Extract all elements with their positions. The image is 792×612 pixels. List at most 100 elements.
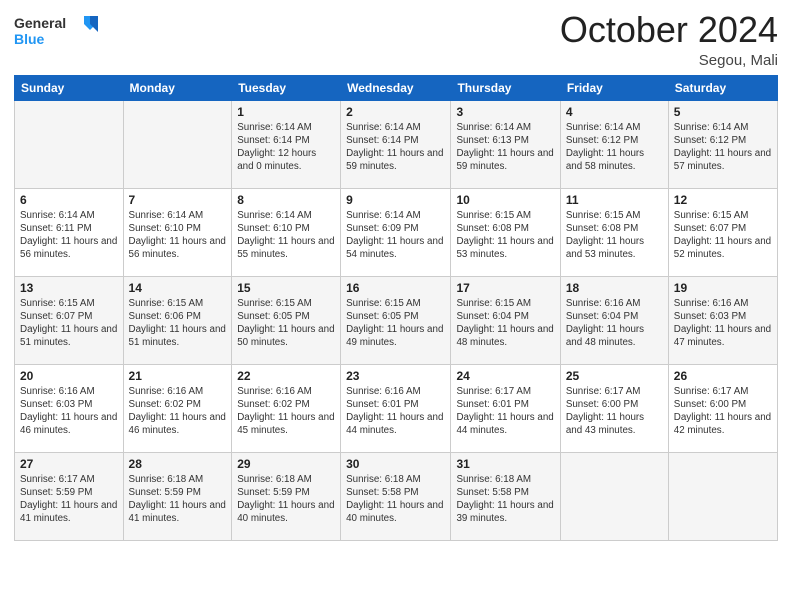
day-info: Sunrise: 6:15 AMSunset: 6:08 PMDaylight:…: [566, 209, 663, 262]
day-number: 17: [456, 281, 554, 295]
day-number: 9: [346, 193, 445, 207]
day-info: Sunrise: 6:15 AMSunset: 6:05 PMDaylight:…: [346, 297, 445, 350]
day-cell: 3 Sunrise: 6:14 AMSunset: 6:13 PMDaylight…: [451, 100, 560, 188]
day-cell: 6 Sunrise: 6:14 AMSunset: 6:11 PMDaylight…: [15, 188, 124, 276]
day-info: Sunrise: 6:16 AMSunset: 6:03 PMDaylight:…: [674, 297, 772, 350]
weekday-header-wednesday: Wednesday: [341, 75, 451, 100]
day-cell: 7 Sunrise: 6:14 AMSunset: 6:10 PMDaylight…: [123, 188, 232, 276]
day-number: 22: [237, 369, 335, 383]
day-info: Sunrise: 6:14 AMSunset: 6:10 PMDaylight:…: [129, 209, 227, 262]
day-number: 30: [346, 457, 445, 471]
week-row-2: 6 Sunrise: 6:14 AMSunset: 6:11 PMDaylight…: [15, 188, 778, 276]
day-number: 14: [129, 281, 227, 295]
day-info: Sunrise: 6:14 AMSunset: 6:09 PMDaylight:…: [346, 209, 445, 262]
day-number: 2: [346, 105, 445, 119]
weekday-header-thursday: Thursday: [451, 75, 560, 100]
week-row-5: 27Sunrise: 6:17 AMSunset: 5:59 PMDayligh…: [15, 452, 778, 540]
day-info: Sunrise: 6:16 AMSunset: 6:02 PMDaylight:…: [129, 385, 227, 438]
day-info: Sunrise: 6:16 AMSunset: 6:03 PMDaylight:…: [20, 385, 118, 438]
day-number: 21: [129, 369, 227, 383]
day-number: 3: [456, 105, 554, 119]
header: General Blue October 2024 Segou, Mali: [14, 10, 778, 69]
header-row: SundayMondayTuesdayWednesdayThursdayFrid…: [15, 75, 778, 100]
day-info: Sunrise: 6:14 AMSunset: 6:12 PMDaylight:…: [674, 121, 772, 174]
day-number: 10: [456, 193, 554, 207]
day-cell: 2Sunrise: 6:14 AMSunset: 6:14 PMDaylight…: [341, 100, 451, 188]
day-number: 6: [20, 193, 118, 207]
day-info: Sunrise: 6:17 AMSunset: 6:00 PMDaylight:…: [674, 385, 772, 438]
day-info: Sunrise: 6:14 AMSunset: 6:11 PMDaylight:…: [20, 209, 118, 262]
week-row-4: 20Sunrise: 6:16 AMSunset: 6:03 PMDayligh…: [15, 364, 778, 452]
day-info: Sunrise: 6:18 AMSunset: 5:59 PMDaylight:…: [237, 473, 335, 526]
day-info: Sunrise: 6:15 AMSunset: 6:04 PMDaylight:…: [456, 297, 554, 350]
day-cell: 30 Sunrise: 6:18 AMSunset: 5:58 PMDayligh…: [341, 452, 451, 540]
day-number: 8: [237, 193, 335, 207]
week-row-1: 1Sunrise: 6:14 AMSunset: 6:14 PMDaylight…: [15, 100, 778, 188]
main-container: General Blue October 2024 Segou, Mali Su…: [0, 0, 792, 551]
day-cell: 23 Sunrise: 6:16 AMSunset: 6:01 PMDayligh…: [341, 364, 451, 452]
day-cell: [668, 452, 777, 540]
logo: General Blue: [14, 10, 104, 59]
day-info: Sunrise: 6:15 AMSunset: 6:08 PMDaylight:…: [456, 209, 554, 262]
day-cell: 14 Sunrise: 6:15 AMSunset: 6:06 PMDayligh…: [123, 276, 232, 364]
day-cell: 24 Sunrise: 6:17 AMSunset: 6:01 PMDayligh…: [451, 364, 560, 452]
day-cell: 18Sunrise: 6:16 AMSunset: 6:04 PMDayligh…: [560, 276, 668, 364]
day-number: 28: [129, 457, 227, 471]
day-cell: 10 Sunrise: 6:15 AMSunset: 6:08 PMDayligh…: [451, 188, 560, 276]
day-info: Sunrise: 6:17 AMSunset: 6:01 PMDaylight:…: [456, 385, 554, 438]
day-number: 5: [674, 105, 772, 119]
day-cell: 22 Sunrise: 6:16 AMSunset: 6:02 PMDayligh…: [232, 364, 341, 452]
day-info: Sunrise: 6:15 AMSunset: 6:05 PMDaylight:…: [237, 297, 335, 350]
day-number: 4: [566, 105, 663, 119]
day-info: Sunrise: 6:15 AMSunset: 6:06 PMDaylight:…: [129, 297, 227, 350]
day-cell: 27Sunrise: 6:17 AMSunset: 5:59 PMDayligh…: [15, 452, 124, 540]
day-cell: [123, 100, 232, 188]
day-cell: 5 Sunrise: 6:14 AMSunset: 6:12 PMDaylight…: [668, 100, 777, 188]
day-cell: 13 Sunrise: 6:15 AMSunset: 6:07 PMDayligh…: [15, 276, 124, 364]
day-number: 13: [20, 281, 118, 295]
weekday-header-friday: Friday: [560, 75, 668, 100]
day-cell: 17 Sunrise: 6:15 AMSunset: 6:04 PMDayligh…: [451, 276, 560, 364]
calendar-table: SundayMondayTuesdayWednesdayThursdayFrid…: [14, 75, 778, 541]
day-number: 26: [674, 369, 772, 383]
logo-text: General Blue: [14, 10, 104, 59]
day-cell: 19 Sunrise: 6:16 AMSunset: 6:03 PMDayligh…: [668, 276, 777, 364]
day-number: 23: [346, 369, 445, 383]
title-area: October 2024 Segou, Mali: [560, 10, 778, 69]
weekday-header-monday: Monday: [123, 75, 232, 100]
day-cell: 12Sunrise: 6:15 AMSunset: 6:07 PMDayligh…: [668, 188, 777, 276]
day-cell: 21 Sunrise: 6:16 AMSunset: 6:02 PMDayligh…: [123, 364, 232, 452]
day-cell: 16Sunrise: 6:15 AMSunset: 6:05 PMDayligh…: [341, 276, 451, 364]
day-info: Sunrise: 6:15 AMSunset: 6:07 PMDaylight:…: [20, 297, 118, 350]
day-cell: 1Sunrise: 6:14 AMSunset: 6:14 PMDaylight…: [232, 100, 341, 188]
day-cell: 29 Sunrise: 6:18 AMSunset: 5:59 PMDayligh…: [232, 452, 341, 540]
day-cell: 31Sunrise: 6:18 AMSunset: 5:58 PMDayligh…: [451, 452, 560, 540]
day-number: 19: [674, 281, 772, 295]
day-cell: 15 Sunrise: 6:15 AMSunset: 6:05 PMDayligh…: [232, 276, 341, 364]
day-info: Sunrise: 6:18 AMSunset: 5:58 PMDaylight:…: [346, 473, 445, 526]
day-cell: 28 Sunrise: 6:18 AMSunset: 5:59 PMDayligh…: [123, 452, 232, 540]
day-info: Sunrise: 6:18 AMSunset: 5:59 PMDaylight:…: [129, 473, 227, 526]
day-cell: 25Sunrise: 6:17 AMSunset: 6:00 PMDayligh…: [560, 364, 668, 452]
day-info: Sunrise: 6:14 AMSunset: 6:13 PMDaylight:…: [456, 121, 554, 174]
day-number: 29: [237, 457, 335, 471]
day-number: 7: [129, 193, 227, 207]
day-number: 25: [566, 369, 663, 383]
day-number: 1: [237, 105, 335, 119]
svg-text:Blue: Blue: [14, 31, 45, 47]
day-info: Sunrise: 6:14 AMSunset: 6:12 PMDaylight:…: [566, 121, 663, 174]
day-cell: 4 Sunrise: 6:14 AMSunset: 6:12 PMDaylight…: [560, 100, 668, 188]
day-number: 12: [674, 193, 772, 207]
day-info: Sunrise: 6:16 AMSunset: 6:04 PMDaylight:…: [566, 297, 663, 350]
week-row-3: 13 Sunrise: 6:15 AMSunset: 6:07 PMDayligh…: [15, 276, 778, 364]
day-info: Sunrise: 6:16 AMSunset: 6:02 PMDaylight:…: [237, 385, 335, 438]
day-number: 27: [20, 457, 118, 471]
weekday-header-saturday: Saturday: [668, 75, 777, 100]
day-cell: 26 Sunrise: 6:17 AMSunset: 6:00 PMDayligh…: [668, 364, 777, 452]
month-title: October 2024: [560, 10, 778, 50]
day-number: 24: [456, 369, 554, 383]
day-number: 11: [566, 193, 663, 207]
day-number: 15: [237, 281, 335, 295]
day-cell: 8Sunrise: 6:14 AMSunset: 6:10 PMDaylight…: [232, 188, 341, 276]
day-info: Sunrise: 6:16 AMSunset: 6:01 PMDaylight:…: [346, 385, 445, 438]
